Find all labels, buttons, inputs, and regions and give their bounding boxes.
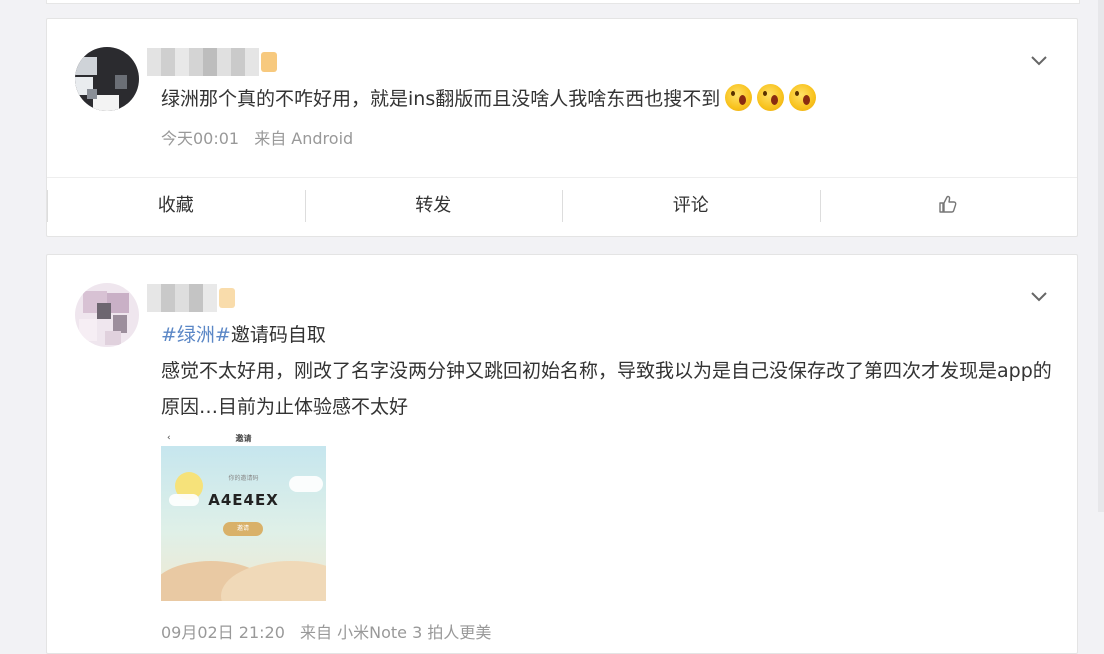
thumbs-up-icon	[939, 195, 957, 213]
post-text: 感觉不太好用，刚改了名字没两分钟又跳回初始名称，导致我以为是自己没保存改了第四次…	[161, 360, 1052, 418]
avatar[interactable]	[75, 283, 139, 347]
post-time[interactable]: 今天00:01	[161, 129, 239, 148]
post-meta: 09月02日 21:20 来自 小米Note 3 拍人更美	[161, 619, 501, 643]
previous-card-edge	[46, 0, 1080, 4]
like-button[interactable]	[819, 178, 1078, 236]
comment-button[interactable]: 评论	[562, 178, 820, 236]
username-blurred[interactable]	[147, 283, 235, 313]
screaming-face-emoji-icon	[725, 84, 753, 111]
scrollbar-thumb[interactable]	[1098, 0, 1104, 512]
member-badge-icon	[219, 288, 235, 308]
post-text: 绿洲那个真的不咋好用，就是ins翻版而且没啥人我啥东西也搜不到	[161, 81, 817, 117]
image-screen-title: 邀请	[235, 434, 252, 443]
image-invite-button: 邀请	[223, 522, 263, 536]
post-source: 来自 Android	[254, 129, 354, 148]
chevron-down-icon[interactable]	[1029, 287, 1049, 307]
feed-card: 绿洲那个真的不咋好用，就是ins翻版而且没啥人我啥东西也搜不到 今天00:01 …	[46, 18, 1078, 237]
action-bar: 收藏 转发 评论	[47, 177, 1077, 236]
screaming-face-emoji-icon	[789, 84, 817, 111]
repost-button[interactable]: 转发	[304, 178, 563, 236]
post-title: #绿洲#邀请码自取	[161, 324, 326, 346]
topic-link[interactable]: #绿洲#	[161, 324, 231, 346]
post-meta: 今天00:01 来自 Android	[161, 125, 363, 149]
chevron-down-icon[interactable]	[1029, 51, 1049, 71]
member-badge-icon	[261, 52, 277, 72]
screaming-face-emoji-icon	[757, 84, 785, 111]
post-image[interactable]: ‹ 邀请 你的邀请码 A4E4EX 邀请	[161, 433, 326, 601]
image-scene: 你的邀请码 A4E4EX 邀请	[161, 446, 326, 601]
scrollbar[interactable]	[1098, 0, 1104, 633]
avatar[interactable]	[75, 47, 139, 111]
image-subtitle: 你的邀请码	[228, 475, 259, 482]
image-topbar: ‹ 邀请	[161, 433, 326, 446]
feed-card: #绿洲#邀请码自取 感觉不太好用，刚改了名字没两分钟又跳回初始名称，导致我以为是…	[46, 254, 1078, 654]
username-blurred[interactable]	[147, 47, 277, 77]
collect-button[interactable]: 收藏	[47, 178, 305, 236]
invite-code: A4E4EX	[208, 491, 279, 509]
